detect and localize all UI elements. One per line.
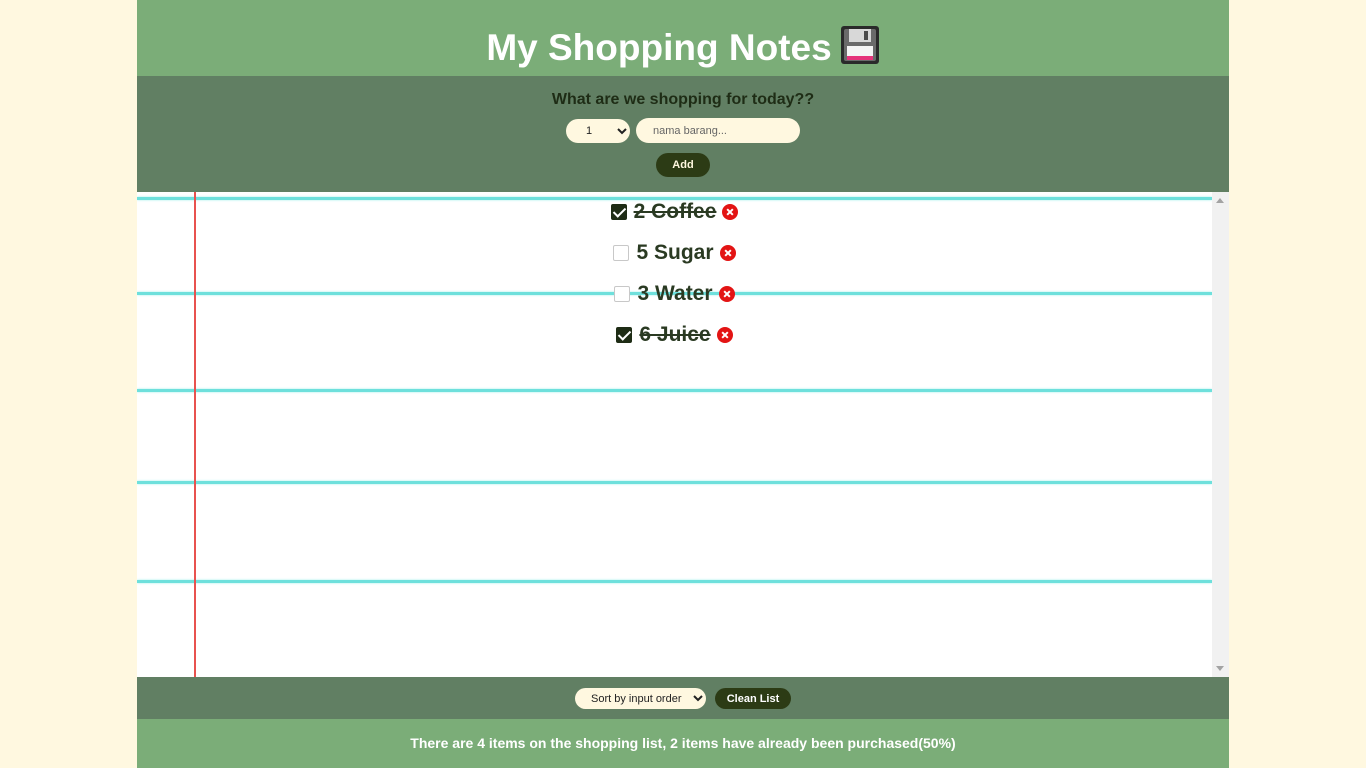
item-label: 2 Coffee [633,200,717,223]
list-item: 6 Juice [137,320,1212,350]
scroll-down-arrow-icon[interactable] [1216,666,1224,671]
list-controls: Sort by input order Clean List [137,677,1229,719]
delete-icon[interactable] [719,245,736,261]
paper-line [137,580,1212,583]
shopping-list: 2 Coffee 5 Sugar 3 Water 6 Juice [137,192,1229,677]
header: My Shopping Notes [137,0,1229,76]
clean-list-button[interactable]: Clean List [715,688,791,709]
item-label: 6 Juice [639,323,711,346]
form-prompt: What are we shopping for today?? [551,91,815,108]
list-item: 2 Coffee [137,197,1212,227]
page-title-text: My Shopping Notes [486,27,832,68]
item-label: 5 Sugar [636,241,714,264]
delete-icon[interactable] [722,204,739,220]
scrollbar[interactable] [1212,192,1229,677]
item-name-input[interactable] [636,118,800,143]
delete-icon[interactable] [718,286,735,302]
add-button[interactable]: Add [656,153,710,177]
list-item: 3 Water [137,279,1212,309]
item-checkbox[interactable] [613,245,630,261]
quantity-select[interactable]: 1 [566,119,630,143]
floppy-disk-icon [840,25,880,65]
page-title: My Shopping Notes [137,25,1229,71]
paper-line [137,389,1212,392]
stats-footer: There are 4 items on the shopping list, … [137,719,1229,768]
add-item-form: What are we shopping for today?? 1 Add [137,76,1229,192]
app-container: My Shopping Notes What are we shopping f… [137,0,1229,768]
item-checkbox[interactable] [616,327,633,343]
sort-select[interactable]: Sort by input order [575,688,706,709]
scroll-up-arrow-icon[interactable] [1216,198,1224,203]
item-checkbox[interactable] [610,204,627,220]
delete-icon[interactable] [716,327,733,343]
paper-line [137,481,1212,484]
item-checkbox[interactable] [614,286,631,302]
list-item: 5 Sugar [137,238,1212,268]
item-label: 3 Water [637,282,713,305]
